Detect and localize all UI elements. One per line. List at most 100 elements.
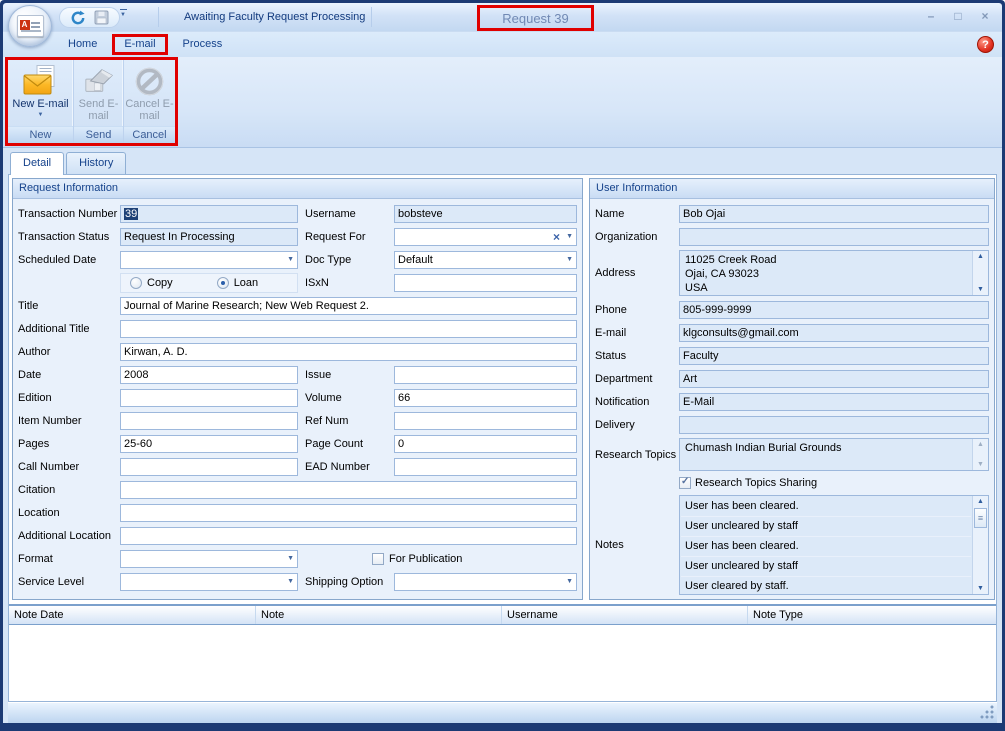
ead-number-field[interactable] bbox=[394, 458, 577, 476]
form-row: Name Bob Ojai bbox=[595, 202, 989, 225]
location-field[interactable] bbox=[120, 504, 577, 522]
scheduled-date-combobox[interactable]: ▼ bbox=[120, 251, 298, 269]
tab-history[interactable]: History bbox=[66, 152, 126, 174]
additional-title-label: Additional Title bbox=[18, 323, 120, 335]
form-row: Author Kirwan, A. D. bbox=[18, 340, 577, 363]
new-email-dropdown-icon[interactable]: ▼ bbox=[38, 112, 44, 118]
ribbon-tab-row: Home E-mail Process ? bbox=[3, 32, 1002, 57]
tab-process[interactable]: Process bbox=[170, 34, 236, 55]
scroll-up-icon[interactable]: ▲ bbox=[974, 497, 988, 506]
format-combobox[interactable]: ▼ bbox=[120, 550, 298, 568]
dropdown-arrow-icon[interactable]: ▼ bbox=[563, 578, 573, 585]
date-value: 2008 bbox=[124, 369, 294, 381]
column-header-note-date[interactable]: Note Date bbox=[9, 606, 256, 624]
user-information-body: Name Bob Ojai Organization Address bbox=[590, 199, 994, 599]
citation-field[interactable] bbox=[120, 481, 577, 499]
author-field[interactable]: Kirwan, A. D. bbox=[120, 343, 577, 361]
copy-radio[interactable] bbox=[130, 277, 142, 289]
clear-icon[interactable]: × bbox=[553, 230, 563, 244]
form-row: Location bbox=[18, 501, 577, 524]
author-value: Kirwan, A. D. bbox=[124, 346, 573, 358]
column-header-note[interactable]: Note bbox=[256, 606, 502, 624]
scroll-down-icon[interactable]: ▼ bbox=[974, 460, 988, 469]
form-row: Citation bbox=[18, 478, 577, 501]
organization-field bbox=[679, 228, 989, 246]
new-email-button[interactable]: New E-mail ▼ bbox=[8, 60, 73, 126]
scroll-down-icon[interactable]: ▼ bbox=[974, 285, 988, 294]
username-value: bobsteve bbox=[398, 208, 573, 220]
service-level-combobox[interactable]: ▼ bbox=[120, 573, 298, 591]
issue-field[interactable] bbox=[394, 366, 577, 384]
scroll-down-icon[interactable]: ▼ bbox=[974, 584, 988, 593]
call-number-field[interactable] bbox=[120, 458, 298, 476]
title-field[interactable]: Journal of Marine Research; New Web Requ… bbox=[120, 297, 577, 315]
scroll-up-icon[interactable]: ▲ bbox=[974, 440, 988, 449]
cancel-email-button[interactable]: Cancel E-mail bbox=[124, 60, 175, 126]
close-button[interactable]: × bbox=[978, 9, 992, 23]
quick-access-more-button[interactable]: ▼ bbox=[117, 9, 129, 19]
request-for-combobox[interactable]: × ▼ bbox=[394, 228, 577, 246]
dropdown-arrow-icon[interactable]: ▼ bbox=[284, 256, 294, 263]
pages-field[interactable]: 25-60 bbox=[120, 435, 298, 453]
loan-radio[interactable] bbox=[217, 277, 229, 289]
help-button[interactable]: ? bbox=[977, 36, 994, 53]
dropdown-arrow-icon[interactable]: ▼ bbox=[563, 256, 573, 263]
titlebar-separator bbox=[158, 7, 159, 27]
for-publication-checkbox[interactable] bbox=[372, 553, 384, 565]
date-field[interactable]: 2008 bbox=[120, 366, 298, 384]
address-scrollbar[interactable]: ▲ ▼ bbox=[972, 251, 988, 295]
for-publication-wrap: For Publication bbox=[298, 553, 462, 565]
doc-type-combobox[interactable]: Default ▼ bbox=[394, 251, 577, 269]
send-email-button[interactable]: Send E-mail bbox=[74, 60, 123, 126]
scroll-up-icon[interactable]: ▲ bbox=[974, 252, 988, 261]
refresh-icon[interactable] bbox=[70, 10, 86, 26]
new-email-icon bbox=[23, 64, 59, 98]
phone-field: 805-999-9999 bbox=[679, 301, 989, 319]
phone-label: Phone bbox=[595, 304, 679, 316]
research-topics-sharing-checkbox[interactable] bbox=[679, 477, 691, 489]
new-email-label: New E-mail bbox=[12, 98, 68, 110]
application-menu-button[interactable]: A bbox=[8, 5, 52, 47]
edition-field[interactable] bbox=[120, 389, 298, 407]
shipping-option-combobox[interactable]: ▼ bbox=[394, 573, 577, 591]
form-row: Research Topics Chumash Indian Burial Gr… bbox=[595, 436, 989, 473]
column-header-username[interactable]: Username bbox=[502, 606, 748, 624]
email-tab-annotation-box: E-mail bbox=[112, 34, 167, 55]
dropdown-arrow-icon[interactable]: ▼ bbox=[284, 555, 294, 562]
scrollbar-thumb[interactable]: ≡ bbox=[974, 508, 987, 528]
save-icon[interactable] bbox=[94, 10, 109, 25]
resize-grip[interactable] bbox=[979, 705, 994, 720]
request-information-body: Transaction Number 39 Username bobsteve … bbox=[13, 199, 582, 599]
status-label: Status bbox=[595, 350, 679, 362]
minimize-button[interactable]: – bbox=[924, 9, 938, 23]
maximize-button[interactable]: □ bbox=[951, 9, 965, 23]
column-header-note-type[interactable]: Note Type bbox=[748, 606, 996, 624]
research-topics-scrollbar[interactable]: ▲ ▼ bbox=[972, 439, 988, 470]
titlebar-separator bbox=[371, 7, 372, 27]
ead-number-label: EAD Number bbox=[298, 461, 394, 473]
tab-detail[interactable]: Detail bbox=[10, 152, 64, 175]
transaction-status-value: Request In Processing bbox=[124, 231, 294, 243]
item-number-field[interactable] bbox=[120, 412, 298, 430]
additional-title-field[interactable] bbox=[120, 320, 577, 338]
dropdown-arrow-icon[interactable]: ▼ bbox=[284, 578, 294, 585]
tab-home[interactable]: Home bbox=[55, 34, 110, 55]
send-email-label: Send E-mail bbox=[74, 98, 123, 122]
status-bar bbox=[8, 702, 997, 723]
notes-scrollbar[interactable]: ▲ ≡ ▼ bbox=[972, 496, 988, 594]
isxn-field[interactable] bbox=[394, 274, 577, 292]
tab-email[interactable]: E-mail bbox=[115, 37, 164, 52]
volume-value: 66 bbox=[398, 392, 573, 404]
app-logo-line bbox=[31, 22, 40, 24]
page-count-field[interactable]: 0 bbox=[394, 435, 577, 453]
volume-field[interactable]: 66 bbox=[394, 389, 577, 407]
dropdown-arrow-icon[interactable]: ▼ bbox=[563, 233, 573, 240]
loan-radio-label: Loan bbox=[229, 277, 258, 289]
additional-location-field[interactable] bbox=[120, 527, 577, 545]
form-row: Additional Location bbox=[18, 524, 577, 547]
ref-num-field[interactable] bbox=[394, 412, 577, 430]
note-line: User uncleared by staff bbox=[681, 517, 971, 537]
doc-type-value: Default bbox=[398, 254, 563, 266]
email-value: klgconsults@gmail.com bbox=[683, 327, 985, 339]
notes-table-body bbox=[9, 625, 996, 701]
